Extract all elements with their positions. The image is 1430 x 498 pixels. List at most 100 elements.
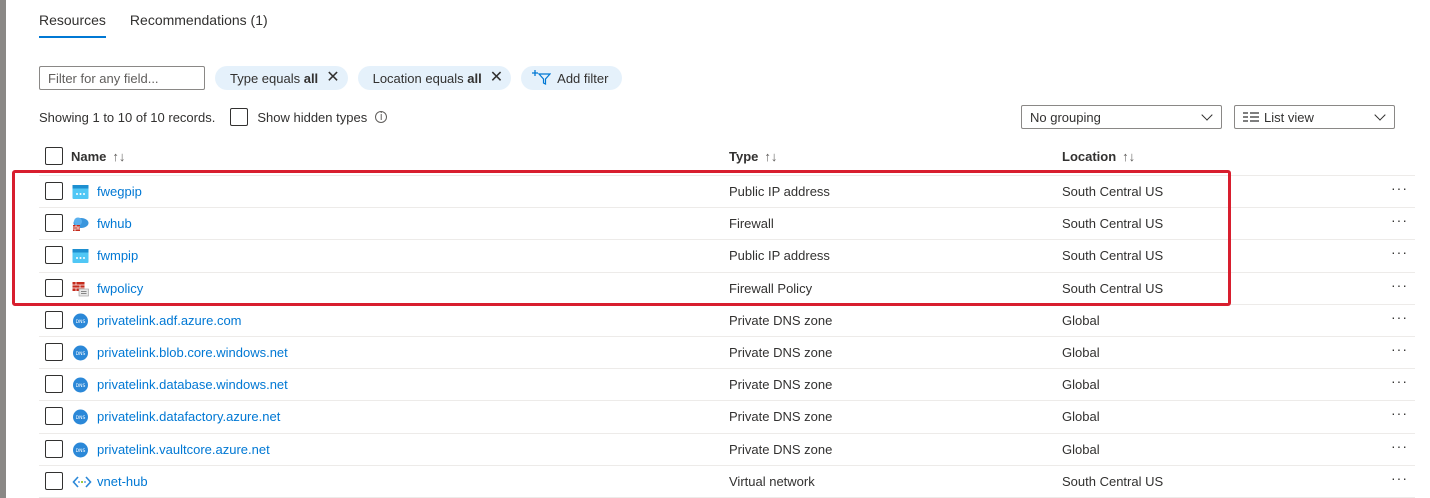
resource-name-link[interactable]: fwmpip bbox=[97, 248, 138, 263]
more-actions-button[interactable]: ··· bbox=[1391, 341, 1408, 357]
row-checkbox[interactable] bbox=[45, 471, 63, 490]
resource-location: South Central US bbox=[1062, 280, 1164, 296]
location-filter-pill[interactable]: Location equals all ✕ bbox=[357, 66, 512, 90]
type-filter-text: Type equals all bbox=[230, 70, 319, 86]
info-icon[interactable]: i bbox=[375, 111, 388, 123]
resource-type: Firewall bbox=[729, 216, 774, 232]
table-row[interactable]: vnet-hub Virtual network South Central US ·… bbox=[39, 466, 1415, 498]
resource-location: South Central US bbox=[1062, 184, 1164, 199]
add-filter-label: Add filter bbox=[557, 70, 609, 86]
resource-type: Firewall Policy bbox=[729, 280, 813, 296]
more-actions-button[interactable]: ··· bbox=[1391, 277, 1408, 293]
table-row[interactable]: fwmpip Public IP address South Central US ·… bbox=[39, 240, 1415, 273]
dns-icon: DNS bbox=[72, 409, 89, 425]
firewall-policy-icon bbox=[72, 281, 89, 297]
row-checkbox[interactable] bbox=[45, 246, 63, 265]
firewall-icon bbox=[72, 216, 89, 232]
column-location-label: Location bbox=[1062, 149, 1117, 164]
view-dropdown[interactable]: List view bbox=[1234, 105, 1395, 129]
row-checkbox[interactable] bbox=[45, 342, 63, 361]
dns-icon: DNS bbox=[72, 442, 89, 458]
row-checkbox[interactable] bbox=[45, 310, 63, 329]
resource-name-link[interactable]: fwhub bbox=[97, 216, 132, 231]
column-header-type[interactable]: Type ↑↓ bbox=[729, 149, 777, 164]
filter-input[interactable] bbox=[39, 66, 205, 90]
table-row[interactable]: DNS privatelink.datafactory.azure.net Priv… bbox=[39, 401, 1415, 434]
column-header-name[interactable]: Name ↑↓ bbox=[71, 149, 125, 164]
table-row[interactable]: fwegpip Public IP address South Central US… bbox=[39, 176, 1415, 209]
location-filter-text: Location equals all bbox=[372, 70, 482, 86]
close-icon[interactable]: ✕ bbox=[490, 70, 503, 86]
table-row[interactable]: DNS privatelink.blob.core.windows.net Priv… bbox=[39, 337, 1415, 370]
resource-type: Private DNS zone bbox=[729, 409, 833, 425]
column-type-label: Type bbox=[729, 149, 759, 164]
grouping-dropdown[interactable]: No grouping bbox=[1021, 105, 1222, 129]
dns-icon: DNS bbox=[72, 313, 89, 329]
more-actions-button[interactable]: ··· bbox=[1391, 309, 1408, 325]
resource-name-link[interactable]: privatelink.datafactory.azure.net bbox=[97, 409, 280, 424]
more-actions-button[interactable]: ··· bbox=[1391, 180, 1408, 196]
column-header-location[interactable]: Location ↑↓ bbox=[1062, 149, 1135, 164]
add-filter-button[interactable]: Add filter bbox=[521, 66, 623, 90]
resource-type: Public IP address bbox=[729, 184, 830, 199]
tab-resources[interactable]: Resources bbox=[39, 12, 106, 38]
column-name-label: Name bbox=[71, 149, 107, 164]
resource-name-link[interactable]: privatelink.adf.azure.com bbox=[97, 313, 242, 328]
svg-text:DNS: DNS bbox=[76, 319, 86, 325]
resource-location: Global bbox=[1062, 312, 1100, 328]
more-actions-button[interactable]: ··· bbox=[1391, 212, 1408, 228]
records-count-text: Showing 1 to 10 of 10 records. bbox=[39, 109, 216, 125]
row-checkbox[interactable] bbox=[45, 439, 63, 458]
table-row[interactable]: fwhub Firewall South Central US ··· bbox=[39, 208, 1415, 241]
tab-recommendations[interactable]: Recommendations (1) bbox=[130, 12, 268, 38]
more-actions-button[interactable]: ··· bbox=[1391, 244, 1408, 260]
show-hidden-checkbox[interactable] bbox=[230, 108, 249, 126]
more-actions-button[interactable]: ··· bbox=[1391, 405, 1408, 421]
resource-location: Global bbox=[1062, 377, 1100, 393]
select-all-checkbox[interactable] bbox=[45, 147, 63, 165]
resource-location: Global bbox=[1062, 441, 1100, 457]
resource-type: Private DNS zone bbox=[729, 312, 833, 328]
resource-list: fwegpip Public IP address South Central US… bbox=[39, 176, 1415, 498]
resource-location: South Central US bbox=[1062, 473, 1164, 489]
resource-location: South Central US bbox=[1062, 216, 1164, 232]
table-row[interactable]: fwpolicy Firewall Policy South Central US ·… bbox=[39, 273, 1415, 305]
table-row[interactable]: DNS privatelink.vaultcore.azure.net Privat… bbox=[39, 434, 1415, 466]
list-view-icon bbox=[1243, 112, 1259, 122]
resource-type: Private DNS zone bbox=[729, 377, 833, 393]
chevron-down-icon bbox=[1374, 109, 1386, 121]
more-actions-button[interactable]: ··· bbox=[1391, 438, 1408, 454]
resource-name-link[interactable]: privatelink.blob.core.windows.net bbox=[97, 345, 288, 360]
sort-icon: ↑↓ bbox=[764, 149, 778, 164]
more-actions-button[interactable]: ··· bbox=[1391, 373, 1408, 389]
row-checkbox[interactable] bbox=[45, 375, 63, 394]
resource-type: Public IP address bbox=[729, 248, 830, 264]
resource-name-link[interactable]: privatelink.vaultcore.azure.net bbox=[97, 442, 270, 457]
dns-icon: DNS bbox=[72, 377, 89, 393]
tab-bar: Resources Recommendations (1) bbox=[39, 12, 268, 38]
records-summary: Showing 1 to 10 of 10 records. Show hidd… bbox=[39, 108, 388, 126]
sort-icon: ↑↓ bbox=[1122, 149, 1136, 164]
resource-name-link[interactable]: fwegpip bbox=[97, 184, 142, 199]
resource-name-link[interactable]: fwpolicy bbox=[97, 281, 143, 296]
table-row[interactable]: DNS privatelink.database.windows.net Priva… bbox=[39, 369, 1415, 402]
more-actions-button[interactable]: ··· bbox=[1391, 470, 1408, 486]
row-checkbox[interactable] bbox=[45, 278, 63, 297]
resource-type: Virtual network bbox=[729, 473, 815, 489]
resource-location: South Central US bbox=[1062, 248, 1164, 264]
svg-text:DNS: DNS bbox=[76, 415, 86, 421]
close-icon[interactable]: ✕ bbox=[326, 70, 339, 86]
grouping-value: No grouping bbox=[1030, 109, 1101, 125]
view-value-wrap: List view bbox=[1243, 110, 1314, 125]
row-checkbox[interactable] bbox=[45, 407, 63, 426]
resource-name-link[interactable]: privatelink.database.windows.net bbox=[97, 377, 288, 392]
add-filter-icon bbox=[531, 69, 552, 88]
left-edge-bar bbox=[0, 0, 6, 498]
show-hidden-label: Show hidden types bbox=[257, 109, 368, 125]
row-checkbox[interactable] bbox=[45, 214, 63, 233]
resource-type: Private DNS zone bbox=[729, 441, 833, 457]
type-filter-pill[interactable]: Type equals all ✕ bbox=[215, 66, 348, 90]
table-row[interactable]: DNS privatelink.adf.azure.com Private DNS … bbox=[39, 305, 1415, 337]
resource-name-link[interactable]: vnet-hub bbox=[97, 474, 148, 489]
row-checkbox[interactable] bbox=[45, 182, 63, 200]
